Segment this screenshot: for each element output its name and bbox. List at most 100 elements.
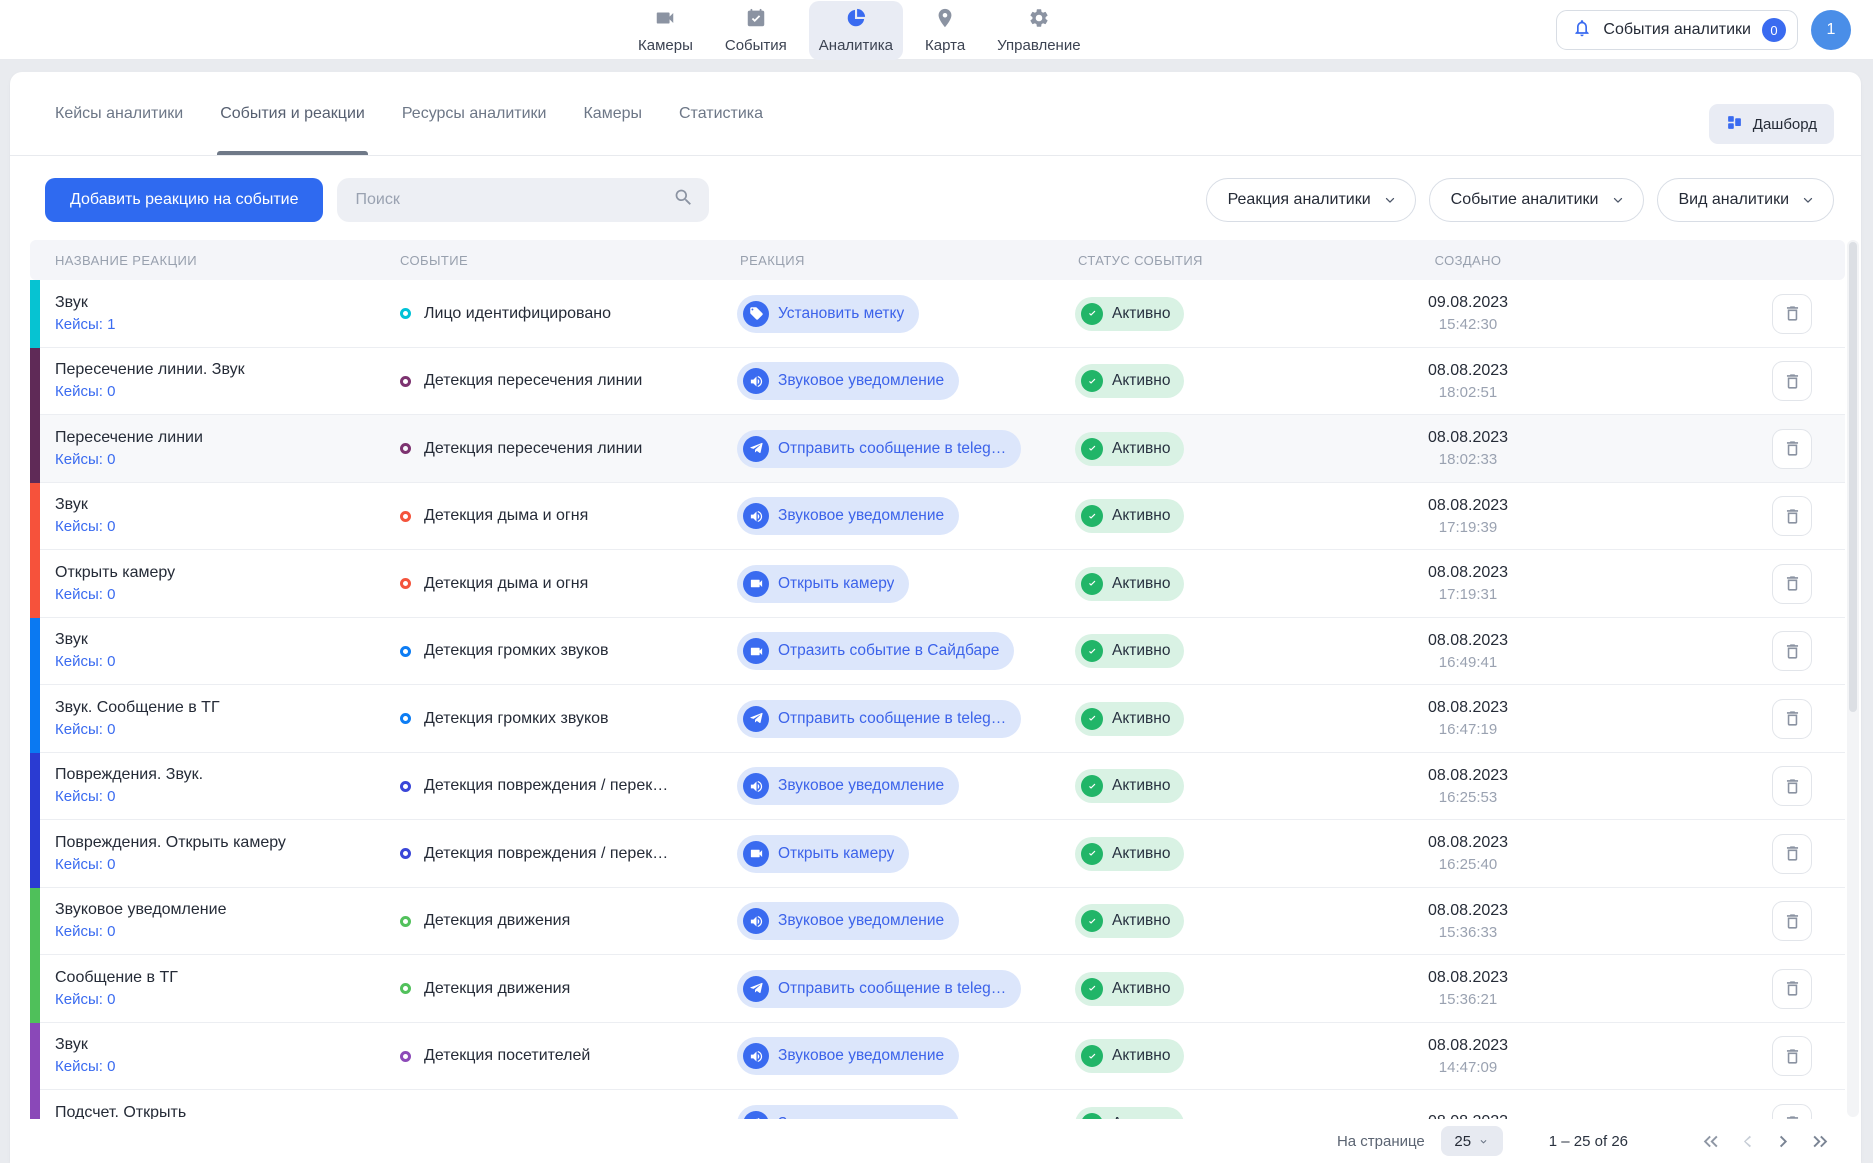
status-badge: Активно xyxy=(1075,297,1184,331)
row-color-bar xyxy=(30,550,40,618)
trash-icon xyxy=(1783,844,1802,863)
sound-icon xyxy=(743,503,769,529)
reaction-pill[interactable]: Отправить сообщение в teleg… xyxy=(737,970,1021,1008)
reaction-name: Повреждения. Открыть камеру xyxy=(55,834,385,852)
cases-link[interactable]: Кейсы: 0 xyxy=(55,383,115,400)
delete-button[interactable] xyxy=(1772,1036,1812,1076)
nav-item-label: Карта xyxy=(925,37,965,54)
nav-item-карта[interactable]: Карта xyxy=(915,1,975,60)
reaction-pill[interactable]: Звуковое уведомление xyxy=(737,767,959,805)
reaction-pill[interactable]: Отправить сообщение в teleg… xyxy=(737,430,1021,468)
notification-button-label: События аналитики xyxy=(1603,21,1751,39)
tab-ресурсы-аналитики[interactable]: Ресурсы аналитики xyxy=(402,72,547,155)
tab-события-и-реакции[interactable]: События и реакции xyxy=(220,72,365,155)
cases-link[interactable]: Кейсы: 0 xyxy=(55,856,115,873)
filter-dropdown-реакция-аналитики[interactable]: Реакция аналитики xyxy=(1206,178,1416,222)
event-name: Детекция дыма и огня xyxy=(424,507,588,525)
nav-item-label: Аналитика xyxy=(819,37,893,54)
delete-button[interactable] xyxy=(1772,834,1812,874)
delete-button[interactable] xyxy=(1772,901,1812,941)
created-time: 16:25:40 xyxy=(1373,856,1563,873)
status-cell: Активно xyxy=(1063,432,1373,466)
add-reaction-button[interactable]: Добавить реакцию на событие xyxy=(45,178,323,222)
dashboard-grid-icon xyxy=(1726,114,1743,135)
filter-dropdown-событие-аналитики[interactable]: Событие аналитики xyxy=(1429,178,1644,222)
nav-item-аналитика[interactable]: Аналитика xyxy=(809,1,903,60)
column-header: СОБЫТИЕ xyxy=(385,253,725,268)
cases-link[interactable]: Кейсы: 0 xyxy=(55,923,115,940)
cases-link[interactable]: Кейсы: 0 xyxy=(55,653,115,670)
reaction-pill[interactable]: Звуковое уведомление xyxy=(737,902,959,940)
search-input[interactable] xyxy=(355,191,673,209)
cases-link[interactable]: Кейсы: 0 xyxy=(55,721,115,738)
table-row: Пересечение линии. Звук Кейсы: 0 Детекци… xyxy=(30,348,1845,416)
next-page-button[interactable] xyxy=(1770,1128,1797,1155)
delete-button[interactable] xyxy=(1772,361,1812,401)
scrollbar-thumb[interactable] xyxy=(1849,242,1857,712)
tab-статистика[interactable]: Статистика xyxy=(679,72,763,155)
created-date: 08.08.2023 xyxy=(1373,969,1563,987)
dashboard-button[interactable]: Дашборд xyxy=(1709,104,1834,144)
check-circle-icon xyxy=(1081,708,1103,730)
analytics-events-notification-button[interactable]: События аналитики 0 xyxy=(1556,10,1798,50)
table-row: Звук Кейсы: 0 Детекция посетителей Звуко… xyxy=(30,1023,1845,1091)
event-name: Детекция движения xyxy=(424,912,570,930)
status-badge: Активно xyxy=(1075,567,1184,601)
nav-item-камеры[interactable]: Камеры xyxy=(628,1,703,60)
delete-button[interactable] xyxy=(1772,766,1812,806)
cases-link[interactable]: Кейсы: 0 xyxy=(55,586,115,603)
status-badge: Активно xyxy=(1075,1039,1184,1073)
cases-link[interactable]: Кейсы: 0 xyxy=(55,991,115,1008)
user-avatar[interactable]: 1 xyxy=(1811,10,1851,50)
delete-button[interactable] xyxy=(1772,699,1812,739)
reaction-cell: Звуковое уведомление xyxy=(725,902,1063,940)
cases-link[interactable]: Кейсы: 1 xyxy=(55,316,115,333)
created-cell: 08.08.2023 18:02:51 xyxy=(1373,362,1563,401)
nav-item-события[interactable]: События xyxy=(715,1,797,60)
filter-dropdown-вид-аналитики[interactable]: Вид аналитики xyxy=(1657,178,1835,222)
reaction-pill[interactable]: Отправить сообщение в teleg… xyxy=(737,700,1021,738)
reaction-pill[interactable]: Звуковое уведомление xyxy=(737,362,959,400)
cases-link[interactable]: Кейсы: 0 xyxy=(55,1058,115,1075)
column-header: СОЗДАНО xyxy=(1373,253,1563,268)
trash-icon xyxy=(1783,642,1802,661)
created-date: 08.08.2023 xyxy=(1373,767,1563,785)
reaction-pill[interactable]: Звуковое уведомление xyxy=(737,497,959,535)
cases-link[interactable]: Кейсы: 0 xyxy=(55,451,115,468)
filter-dropdowns: Реакция аналитики Событие аналитики Вид ан… xyxy=(1206,178,1834,222)
event-name: Лицо идентифицировано xyxy=(424,305,611,323)
status-cell: Активно xyxy=(1063,364,1373,398)
top-bar: КамерыСобытия Аналитика Карта Управление Со… xyxy=(0,0,1873,60)
event-type-dot xyxy=(400,578,411,589)
delete-button[interactable] xyxy=(1772,429,1812,469)
reaction-pill[interactable]: Отразить событие в Сайдбаре xyxy=(737,632,1014,670)
reaction-pill[interactable]: Установить метку xyxy=(737,295,919,333)
reaction-pill[interactable]: Звуковое уведомление xyxy=(737,1037,959,1075)
tab-камеры[interactable]: Камеры xyxy=(583,72,642,155)
row-color-bar xyxy=(30,348,40,416)
last-page-button[interactable] xyxy=(1806,1128,1833,1155)
delete-button[interactable] xyxy=(1772,564,1812,604)
first-page-button[interactable] xyxy=(1698,1128,1725,1155)
chevron-down-icon xyxy=(1383,193,1397,207)
nav-item-управление[interactable]: Управление xyxy=(987,1,1090,60)
cases-link[interactable]: Кейсы: 0 xyxy=(55,518,115,535)
search-icon xyxy=(673,187,694,213)
reaction-pill[interactable]: Открыть камеру xyxy=(737,565,909,603)
per-page-select[interactable]: 25 xyxy=(1441,1126,1503,1156)
reaction-name: Звук xyxy=(55,631,385,649)
delete-button[interactable] xyxy=(1772,496,1812,536)
created-time: 15:36:21 xyxy=(1373,991,1563,1008)
reaction-pill[interactable]: Открыть камеру xyxy=(737,835,909,873)
prev-page-button[interactable] xyxy=(1734,1128,1761,1155)
delete-button[interactable] xyxy=(1772,631,1812,671)
event-name: Детекция пересечения линии xyxy=(424,440,642,458)
cases-link[interactable]: Кейсы: 0 xyxy=(55,788,115,805)
tab-кейсы-аналитики[interactable]: Кейсы аналитики xyxy=(55,72,183,155)
delete-button[interactable] xyxy=(1772,294,1812,334)
camera-icon xyxy=(743,841,769,867)
vertical-scrollbar[interactable] xyxy=(1847,240,1859,1117)
trash-icon xyxy=(1783,1047,1802,1066)
delete-button[interactable] xyxy=(1772,969,1812,1009)
per-page-label: На странице xyxy=(1337,1133,1425,1150)
